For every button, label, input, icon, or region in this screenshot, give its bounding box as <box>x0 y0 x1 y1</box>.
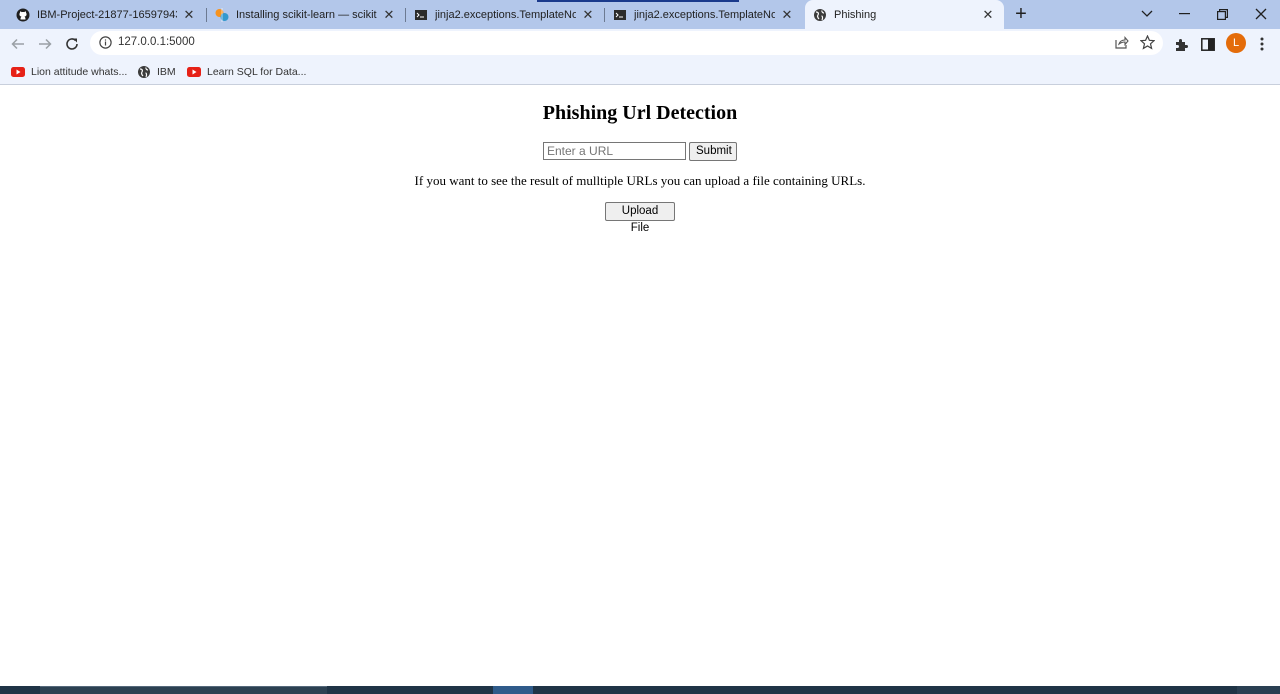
terminal-icon <box>613 8 627 22</box>
terminal-icon <box>414 8 428 22</box>
close-icon[interactable]: ✕ <box>580 7 596 23</box>
bookmark-label: Learn SQL for Data... <box>207 66 307 78</box>
globe-icon <box>813 8 827 22</box>
taskbar-active-app[interactable] <box>493 686 533 694</box>
bookmark-star-icon[interactable] <box>1139 34 1156 55</box>
tab-title: IBM-Project-21877-1659794347/ <box>37 8 177 21</box>
tab-scikit-learn[interactable]: Installing scikit-learn — scikit-lea ✕ <box>207 0 405 29</box>
scikit-learn-icon <box>215 7 229 22</box>
os-taskbar <box>0 686 1280 694</box>
menu-kebab-icon[interactable] <box>1253 35 1271 53</box>
github-icon <box>16 8 30 22</box>
close-window-icon[interactable] <box>1251 4 1271 24</box>
bookmark-label: IBM <box>157 66 176 78</box>
close-icon[interactable]: ✕ <box>381 7 397 23</box>
globe-icon <box>137 65 151 79</box>
submit-button[interactable]: Submit <box>689 142 737 161</box>
close-icon[interactable]: ✕ <box>181 7 197 23</box>
youtube-icon <box>187 65 201 79</box>
tab-title: Installing scikit-learn — scikit-lea <box>236 8 377 21</box>
bookmarks-bar: Lion attitude whats... IBM Learn SQL for… <box>0 58 1280 85</box>
bookmark-item[interactable]: Learn SQL for Data... <box>187 64 306 80</box>
url-input[interactable] <box>543 142 686 160</box>
tab-title: Phishing <box>834 8 877 21</box>
back-arrow-icon[interactable] <box>8 34 28 54</box>
side-panel-icon[interactable] <box>1199 35 1217 53</box>
tab-title: jinja2.exceptions.TemplateNotFo <box>634 8 775 21</box>
upload-info-text: If you want to see the result of mulltip… <box>414 173 866 188</box>
tab-github[interactable]: IBM-Project-21877-1659794347/ ✕ <box>8 0 205 29</box>
tab-strip: IBM-Project-21877-1659794347/ ✕ Installi… <box>0 0 1280 29</box>
tab-phishing[interactable]: Phishing ✕ <box>805 0 1004 29</box>
page-content: Phishing Url Detection Submit If you wan… <box>0 86 1280 686</box>
tab-jinja-error-2[interactable]: jinja2.exceptions.TemplateNotFo ✕ <box>605 0 803 29</box>
page-title: Phishing Url Detection <box>542 102 738 124</box>
close-icon[interactable]: ✕ <box>779 7 795 23</box>
tab-jinja-error-1[interactable]: jinja2.exceptions.TemplateNotFo ✕ <box>406 0 604 29</box>
reload-icon[interactable] <box>62 34 82 54</box>
upload-file-button[interactable]: Upload File <box>605 202 675 234</box>
taskbar-search[interactable] <box>40 686 327 694</box>
minimize-icon[interactable] <box>1174 4 1194 24</box>
address-url: 127.0.0.1:5000 <box>118 36 195 48</box>
address-bar[interactable]: 127.0.0.1:5000 <box>90 31 1163 55</box>
browser-toolbar: 127.0.0.1:5000 <box>0 29 1280 58</box>
forward-arrow-icon[interactable] <box>35 34 55 54</box>
new-tab-button[interactable]: + <box>1011 4 1031 24</box>
extensions-puzzle-icon[interactable] <box>1172 35 1190 53</box>
restore-icon[interactable] <box>1212 4 1232 24</box>
site-info-icon[interactable] <box>99 36 112 49</box>
profile-avatar[interactable]: L <box>1226 33 1246 53</box>
bookmark-item[interactable]: IBM <box>137 64 176 80</box>
tab-title: jinja2.exceptions.TemplateNotFo <box>435 8 576 21</box>
youtube-icon <box>11 65 25 79</box>
bookmark-item[interactable]: Lion attitude whats... <box>11 64 127 80</box>
taskbar-notification-area[interactable] <box>1237 686 1280 694</box>
share-icon[interactable] <box>1115 36 1129 54</box>
tab-search-chevron-icon[interactable] <box>1137 4 1157 24</box>
bookmark-label: Lion attitude whats... <box>31 66 128 78</box>
close-icon[interactable]: ✕ <box>980 7 996 23</box>
